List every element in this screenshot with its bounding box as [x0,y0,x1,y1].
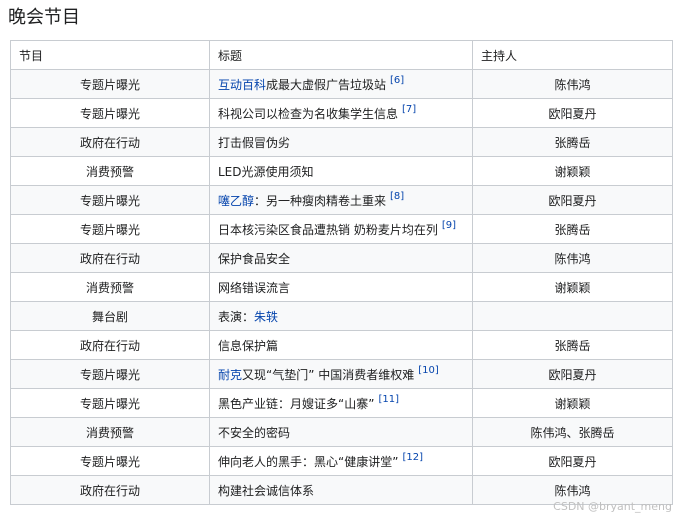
program-cell: 专题片曝光 [10,69,210,99]
title-text: 伸向老人的黑手：黑心“健康讲堂” [218,455,399,469]
reference-link[interactable]: [9] [442,220,456,231]
title-cell: 构建社会诚信体系 [209,475,473,505]
table-row: 政府在行动 信息保护篇 张腾岳 [10,330,673,360]
title-text: 保护食品安全 [218,251,291,266]
performer-link[interactable]: 朱轶 [254,310,278,324]
program-cell: 消费预警 [10,156,210,186]
host-cell: 谢颖颖 [472,388,673,418]
table-row: 专题片曝光 互动百科成最大虚假广告垃圾站 [6] 陈伟鸿 [10,69,673,99]
title-text: 打击假冒伪劣 [218,135,291,150]
title-text: 又现“气垫门” 中国消费者维权难 [242,368,415,382]
reference-link[interactable]: [6] [390,75,404,86]
program-cell: 专题片曝光 [10,359,210,389]
host-cell: 欧阳夏丹 [472,359,673,389]
table-row: 专题片曝光 日本核污染区食品遭热销 奶粉麦片均在列 [9] 张腾岳 [10,214,673,244]
table-row: 专题片曝光 噻乙醇：另一种瘦肉精卷土重来 [8] 欧阳夏丹 [10,185,673,215]
host-cell: 谢颖颖 [472,156,673,186]
host-cell: 张腾岳 [472,214,673,244]
program-cell: 政府在行动 [10,330,210,360]
reference-link[interactable]: [7] [402,104,416,115]
program-cell: 专题片曝光 [10,185,210,215]
program-cell: 专题片曝光 [10,98,210,128]
host-cell: 张腾岳 [472,127,673,157]
reference-link[interactable]: [11] [378,394,399,405]
program-cell: 专题片曝光 [10,388,210,418]
program-cell: 专题片曝光 [10,446,210,476]
title-cell: 网络错误流言 [209,272,473,302]
title-text: 科视公司以检查为名收集学生信息 [218,107,399,121]
title-cell: 表演：朱轶 [209,301,473,331]
table-row: 消费预警 网络错误流言 谢颖颖 [10,272,673,302]
title-cell: 信息保护篇 [209,330,473,360]
title-cell: 黑色产业链：月嫂证多“山寨” [11] [209,388,473,418]
table-row: 专题片曝光 伸向老人的黑手：黑心“健康讲堂” [12] 欧阳夏丹 [10,446,673,476]
title-text: 表演： [218,309,255,324]
table-row: 舞台剧 表演：朱轶 [10,301,673,331]
title-cell: LED光源使用须知 [209,156,473,186]
program-cell: 专题片曝光 [10,214,210,244]
program-cell: 消费预警 [10,417,210,447]
title-cell: 互动百科成最大虚假广告垃圾站 [6] [209,69,473,99]
title-cell: 打击假冒伪劣 [209,127,473,157]
host-cell [472,301,673,331]
title-cell: 耐克又现“气垫门” 中国消费者维权难 [10] [209,359,473,389]
table-header-row: 节目 标题 主持人 [10,40,673,70]
title-text: ：另一种瘦肉精卷土重来 [254,194,387,208]
title-text: 信息保护篇 [218,338,279,353]
title-cell: 科视公司以检查为名收集学生信息 [7] [209,98,473,128]
program-cell: 舞台剧 [10,301,210,331]
table-row: 专题片曝光 黑色产业链：月嫂证多“山寨” [11] 谢颖颖 [10,388,673,418]
title-link[interactable]: 噻乙醇 [218,194,254,208]
host-cell: 陈伟鸿、张腾岳 [472,417,673,447]
table-row: 消费预警 LED光源使用须知 谢颖颖 [10,156,673,186]
title-cell: 噻乙醇：另一种瘦肉精卷土重来 [8] [209,185,473,215]
program-cell: 消费预警 [10,272,210,302]
title-link[interactable]: 互动百科 [218,78,266,92]
table-row: 政府在行动 保护食品安全 陈伟鸿 [10,243,673,273]
title-text: LED光源使用须知 [218,164,314,179]
host-cell: 欧阳夏丹 [472,185,673,215]
reference-link[interactable]: [8] [390,191,404,202]
host-cell: 欧阳夏丹 [472,98,673,128]
host-cell: 欧阳夏丹 [472,446,673,476]
program-cell: 政府在行动 [10,475,210,505]
reference-link[interactable]: [10] [418,365,439,376]
program-cell: 政府在行动 [10,243,210,273]
title-link[interactable]: 耐克 [218,368,242,382]
title-text: 成最大虚假广告垃圾站 [266,78,387,92]
title-text: 网络错误流言 [218,280,291,295]
program-cell: 政府在行动 [10,127,210,157]
title-text: 黑色产业链：月嫂证多“山寨” [218,397,375,411]
host-cell: 陈伟鸿 [472,69,673,99]
title-cell: 日本核污染区食品遭热销 奶粉麦片均在列 [9] [209,214,473,244]
program-table: 节目 标题 主持人 专题片曝光 互动百科成最大虚假广告垃圾站 [6] 陈伟鸿 专题片曝光… [10,40,673,505]
column-header-title: 标题 [209,40,473,70]
title-text: 构建社会诚信体系 [218,483,315,498]
page-title: 晚会节目 [8,7,80,28]
title-cell: 保护食品安全 [209,243,473,273]
host-cell: 陈伟鸿 [472,243,673,273]
table-row: 专题片曝光 科视公司以检查为名收集学生信息 [7] 欧阳夏丹 [10,98,673,128]
table-row: 政府在行动 打击假冒伪劣 张腾岳 [10,127,673,157]
host-cell: 谢颖颖 [472,272,673,302]
watermark: CSDN @bryant_meng [553,500,672,513]
host-cell: 张腾岳 [472,330,673,360]
reference-link[interactable]: [12] [402,452,423,463]
column-header-program: 节目 [10,40,210,70]
title-cell: 伸向老人的黑手：黑心“健康讲堂” [12] [209,446,473,476]
table-row: 专题片曝光 耐克又现“气垫门” 中国消费者维权难 [10] 欧阳夏丹 [10,359,673,389]
title-text: 日本核污染区食品遭热销 奶粉麦片均在列 [218,223,438,237]
title-text: 不安全的密码 [218,425,291,440]
column-header-host: 主持人 [472,40,673,70]
table-row: 消费预警 不安全的密码 陈伟鸿、张腾岳 [10,417,673,447]
title-cell: 不安全的密码 [209,417,473,447]
